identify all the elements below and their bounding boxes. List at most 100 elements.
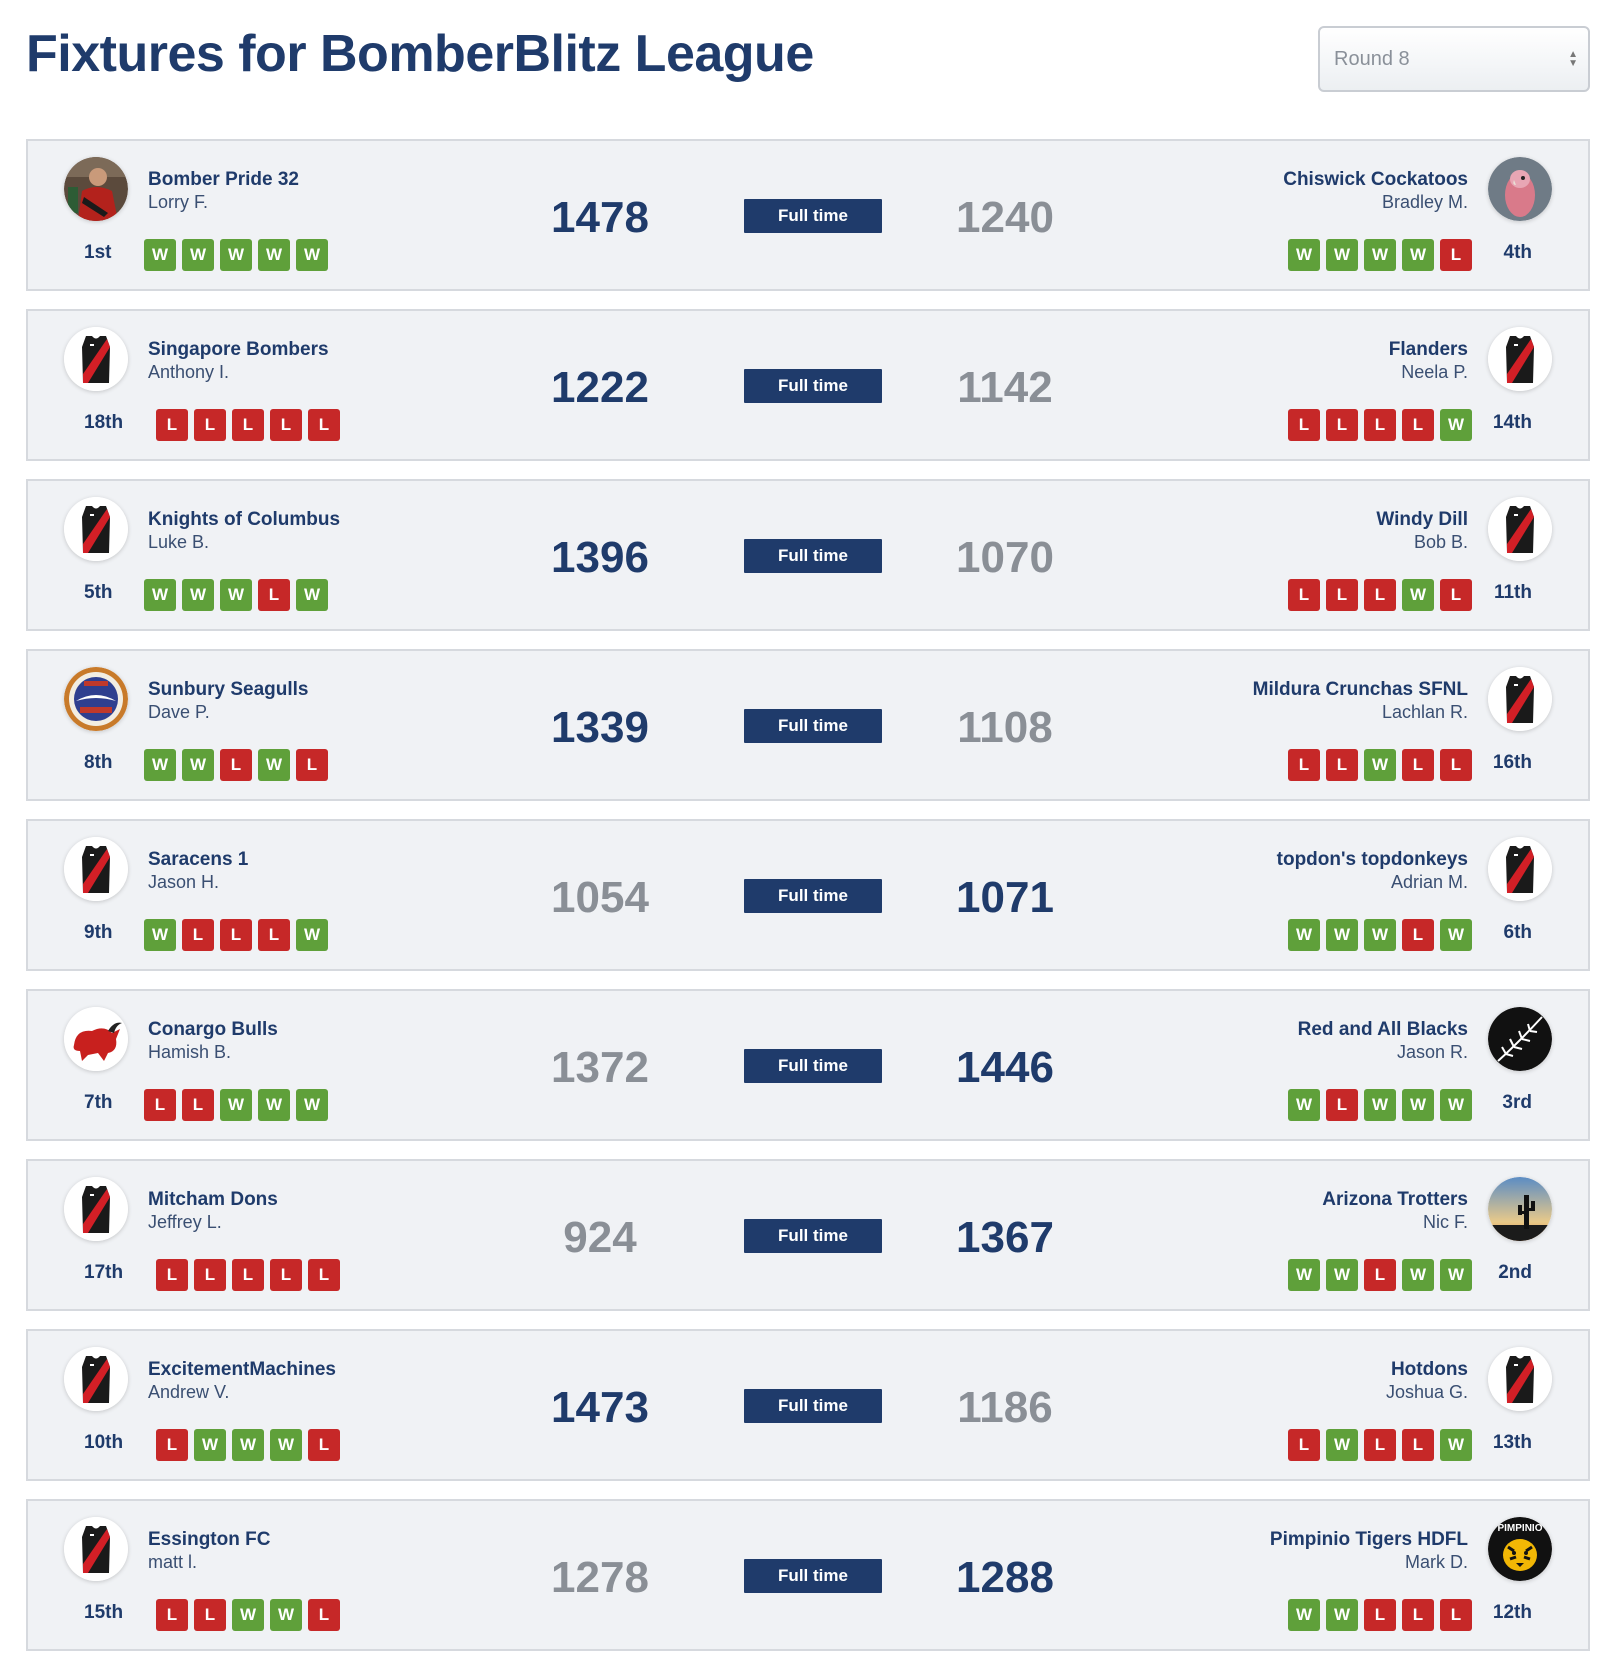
form-badge: W [1440, 1429, 1472, 1461]
coach-name: Adrian M. [1390, 872, 1468, 892]
form-badge: L [1288, 579, 1320, 611]
cactus-photo-icon[interactable] [1488, 1177, 1552, 1241]
team-name[interactable]: Red and All Blacks [1298, 1019, 1468, 1041]
guernsey-icon[interactable] [64, 1177, 128, 1241]
guernsey-icon[interactable] [1488, 667, 1552, 731]
form-badge: L [156, 1429, 188, 1461]
guernsey-icon[interactable] [1488, 1347, 1552, 1411]
fixture-card[interactable]: Bomber Pride 32 Lorry F. 1st W W W W W 1478 Chisw… [26, 139, 1590, 291]
team-name[interactable]: Knights of Columbus [148, 509, 340, 531]
form-badge: L [308, 1259, 340, 1291]
guernsey-icon[interactable] [64, 497, 128, 561]
form-badge: L [194, 409, 226, 441]
form-badge: W [1440, 1259, 1472, 1291]
form-badge: W [1288, 919, 1320, 951]
team-name[interactable]: Bomber Pride 32 [148, 169, 299, 191]
match-status-badge: Full time [744, 369, 882, 403]
form-badge: W [1402, 579, 1434, 611]
tiger-logo-icon[interactable]: PIMPINIO [1488, 1517, 1552, 1581]
team-name[interactable]: Mitcham Dons [148, 1189, 278, 1211]
photo-avatar-icon[interactable] [64, 157, 128, 221]
guernsey-icon[interactable] [64, 837, 128, 901]
form-badge: L [1326, 409, 1358, 441]
round-select[interactable]: Round 8 ▲ ▼ [1318, 26, 1590, 92]
form-badge: L [1402, 1429, 1434, 1461]
team-name[interactable]: Windy Dill [1376, 509, 1468, 531]
guernsey-icon[interactable] [1488, 327, 1552, 391]
form-badge: L [258, 579, 290, 611]
form-badge: L [156, 1259, 188, 1291]
ladder-rank: 7th [84, 1092, 113, 1113]
form-badge: L [1326, 1089, 1358, 1121]
ladder-rank: 3rd [1502, 1092, 1532, 1113]
home-score: 1278 [551, 1553, 649, 1602]
team-name[interactable]: Hotdons [1391, 1359, 1468, 1381]
fixture-card[interactable]: Mitcham Dons Jeffrey L. 17th L L L L L 924 Arizon… [26, 1159, 1590, 1311]
ladder-rank: 9th [84, 922, 113, 943]
seagulls-logo-icon[interactable] [64, 667, 128, 731]
fixture-card[interactable]: Saracens 1 Jason H. 9th W L L L W 1054 topdon's t… [26, 819, 1590, 971]
guernsey-icon[interactable] [1488, 837, 1552, 901]
team-name[interactable]: Arizona Trotters [1322, 1189, 1468, 1211]
form-badge: L [1364, 579, 1396, 611]
fixture-card[interactable]: Singapore Bombers Anthony I. 18th L L L L L 1222… [26, 309, 1590, 461]
form-badge: L [232, 1259, 264, 1291]
away-score: 1186 [957, 1383, 1053, 1432]
ladder-rank: 18th [84, 412, 124, 433]
guernsey-icon[interactable] [1488, 497, 1552, 561]
form-guide: WWWLW [144, 579, 328, 611]
match-status-badge: Full time [744, 199, 882, 233]
team-name[interactable]: Pimpinio Tigers HDFL [1270, 1529, 1468, 1551]
fixtures-list: Bomber Pride 32 Lorry F. 1st W W W W W 1478 Chisw… [26, 139, 1590, 1669]
team-name[interactable]: Conargo Bulls [148, 1019, 278, 1041]
ladder-rank: 5th [84, 582, 113, 603]
coach-name: Jason H. [148, 872, 220, 892]
team-name[interactable]: topdon's topdonkeys [1277, 849, 1468, 871]
away-score: 1288 [956, 1553, 1054, 1602]
form-badge: L [308, 409, 340, 441]
team-name[interactable]: Sunbury Seagulls [148, 679, 308, 701]
match-status-badge: Full time [744, 1559, 882, 1593]
fixture-card[interactable]: Conargo Bulls Hamish B. 7th L L W W W 1372 Red an… [26, 989, 1590, 1141]
team-name[interactable]: ExcitementMachines [148, 1359, 336, 1381]
ladder-rank: 12th [1492, 1602, 1532, 1623]
guernsey-icon[interactable] [64, 1347, 128, 1411]
coach-name: Anthony I. [148, 362, 230, 382]
fixture-card[interactable]: ExcitementMachines Andrew V. 10th L W W W L 1473… [26, 1329, 1590, 1481]
form-badge: W [194, 1429, 226, 1461]
form-badge: L [1326, 579, 1358, 611]
team-name[interactable]: Chiswick Cockatoos [1283, 169, 1468, 191]
fixture-card[interactable]: Knights of Columbus Luke B. 5th W W W L W 1396 Wi… [26, 479, 1590, 631]
form-badge: W [1326, 239, 1358, 271]
form-badge: W [1440, 409, 1472, 441]
form-badge: L [270, 409, 302, 441]
guernsey-icon[interactable] [64, 1517, 128, 1581]
form-badge: L [144, 1089, 176, 1121]
home-score: 1222 [551, 363, 649, 412]
team-name[interactable]: Essington FC [148, 1529, 270, 1551]
cockatoo-avatar-icon[interactable] [1488, 157, 1552, 221]
bull-logo-icon[interactable] [64, 1007, 128, 1071]
match-status-badge: Full time [744, 539, 882, 573]
silver-fern-icon[interactable] [1488, 1007, 1552, 1071]
form-badge: W [1364, 239, 1396, 271]
team-name[interactable]: Mildura Crunchas SFNL [1253, 679, 1468, 701]
form-badge: W [258, 239, 290, 271]
form-badge: L [258, 919, 290, 951]
form-badge: W [1288, 239, 1320, 271]
team-name[interactable]: Saracens 1 [148, 849, 248, 871]
form-badge: L [1402, 1599, 1434, 1631]
team-name[interactable]: Flanders [1389, 339, 1468, 361]
coach-name: Neela P. [1401, 362, 1468, 382]
fixture-card[interactable]: Sunbury Seagulls Dave P. 8th W W L W L 1339 Mildu… [26, 649, 1590, 801]
coach-name: Lorry F. [148, 192, 209, 212]
form-badge: L [1364, 1429, 1396, 1461]
guernsey-icon[interactable] [64, 327, 128, 391]
form-badge: W [144, 749, 176, 781]
ladder-rank: 2nd [1498, 1262, 1532, 1283]
coach-name: Joshua G. [1385, 1382, 1468, 1402]
team-name[interactable]: Singapore Bombers [148, 339, 329, 361]
fixture-card[interactable]: Essington FC matt l. 15th L L W W L 1278 PIMPINIO… [26, 1499, 1590, 1651]
ladder-rank: 4th [1503, 242, 1533, 263]
form-badge: L [1402, 919, 1434, 951]
